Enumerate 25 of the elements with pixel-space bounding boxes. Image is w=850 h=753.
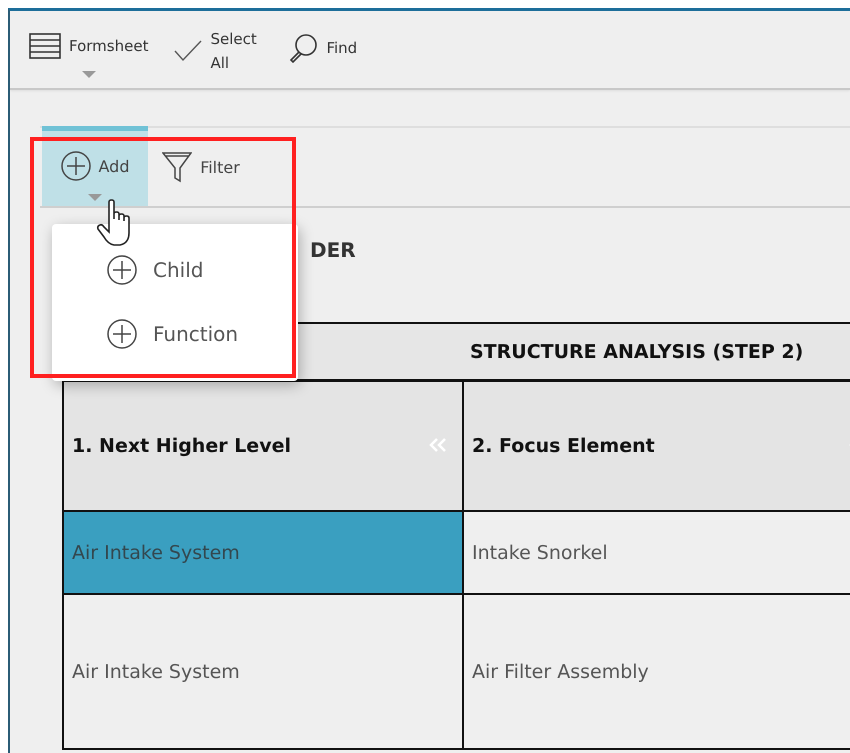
plus-circle-icon — [107, 319, 137, 349]
collapse-icon[interactable] — [428, 438, 448, 452]
list-icon — [29, 33, 61, 59]
checkmark-icon — [174, 40, 202, 62]
filter-icon — [162, 151, 192, 183]
plus-circle-icon — [107, 255, 137, 285]
menu-item[interactable]: Child — [52, 254, 298, 286]
group-header-title: STRUCTURE ANALYSIS (STEP 2) — [470, 340, 804, 362]
find-button[interactable]: Find — [284, 11, 362, 63]
filter-button[interactable]: Filter — [148, 126, 254, 206]
formsheet-button[interactable]: Formsheet — [25, 11, 152, 83]
table-cell: Air Filter Assembly — [462, 595, 850, 748]
select-all-button[interactable]: Select All — [170, 11, 266, 75]
menu-item[interactable]: Function — [52, 318, 298, 350]
caret-icon — [88, 194, 102, 202]
search-icon — [288, 33, 318, 63]
section-title: DER — [310, 238, 356, 262]
plus-circle-icon — [60, 151, 90, 181]
table-cell: Intake Snorkel — [462, 512, 850, 593]
column-title: 1. Next Higher Level — [72, 435, 291, 457]
table-cell: Air Intake System — [62, 595, 462, 748]
table-cell: Air Intake System — [62, 512, 462, 593]
column-title: 2. Focus Element — [472, 435, 655, 457]
add-button[interactable]: Add — [42, 126, 148, 206]
caret-icon — [82, 71, 96, 79]
